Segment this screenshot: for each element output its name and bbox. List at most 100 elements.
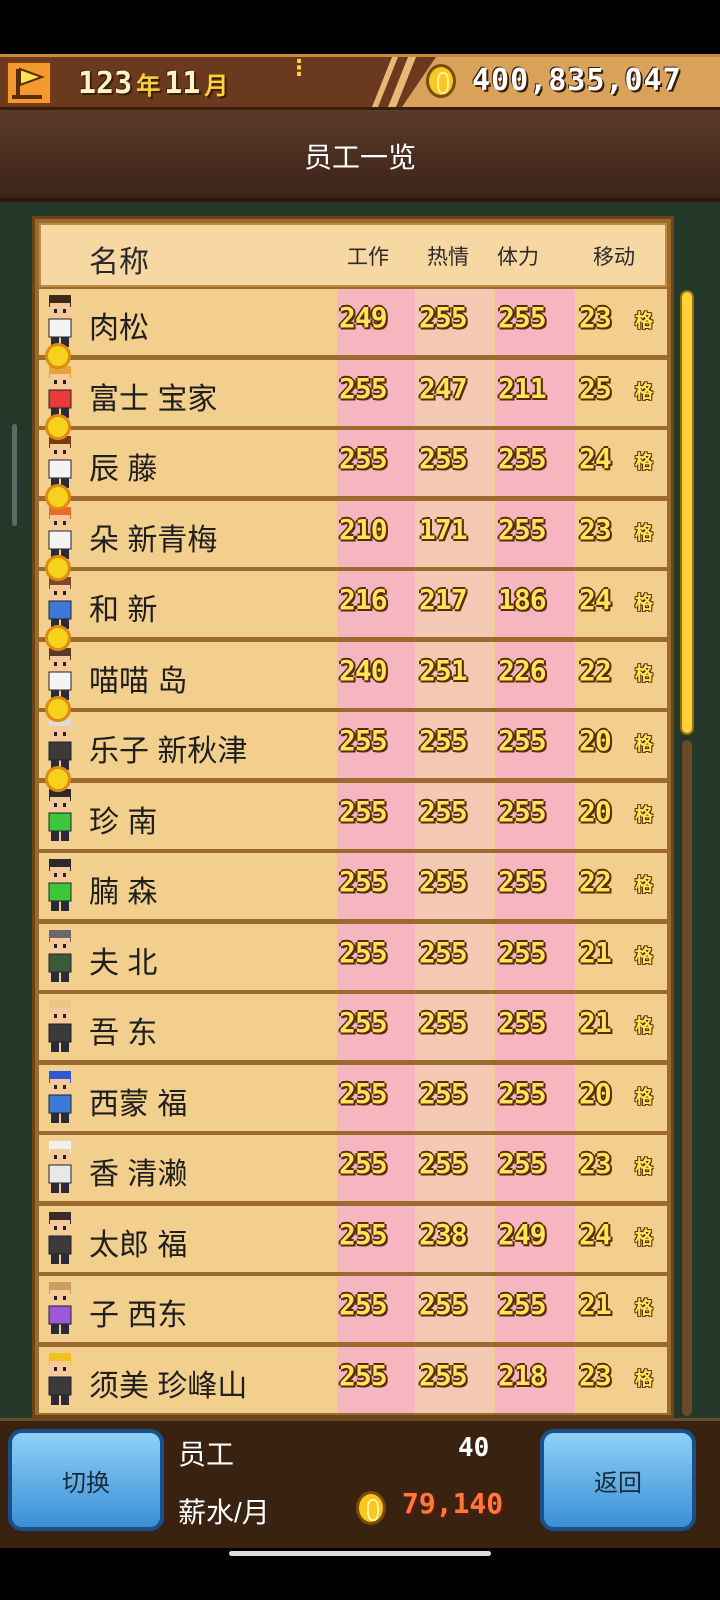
work-stat: 255 [339, 371, 388, 405]
staff-list[interactable]: 名称 工作 热情 体力 移动 肉松 249 255 255 23 格富士 宝家 255 247… [32, 216, 674, 1418]
stamina-stat: 255 [498, 724, 547, 757]
stamina-stat: 255 [498, 1076, 547, 1110]
year-unit: 年 [136, 71, 161, 100]
menu-icon[interactable] [6, 61, 52, 105]
sunflower-icon [45, 343, 71, 369]
table-row[interactable]: 西蒙 福 255 255 255 20 格 [39, 1064, 667, 1135]
move-stat: 24 [579, 442, 612, 475]
table-row[interactable]: 子 西东 255 255 255 21 格 [39, 1276, 667, 1346]
passion-stat: 255 [419, 301, 468, 334]
work-stat: 216 [339, 583, 388, 616]
grid-unit: 格 [635, 663, 653, 685]
flag-icon [12, 67, 45, 99]
col-work-header: 工作 [347, 246, 389, 269]
back-button[interactable]: 返回 [540, 1429, 696, 1531]
passion-stat: 255 [419, 865, 468, 898]
work-stat: 255 [339, 724, 388, 757]
move-stat: 20 [579, 724, 612, 757]
passion-stat: 217 [419, 583, 468, 616]
work-stat: 249 [339, 301, 388, 334]
work-stat: 240 [339, 653, 388, 687]
salary-value: 79,140 [402, 1487, 504, 1520]
move-stat: 20 [579, 1076, 612, 1110]
table-row[interactable]: 乐子 新秋津 255 255 255 20 格 [39, 712, 667, 792]
passion-stat: 255 [419, 935, 468, 969]
passion-stat: 255 [419, 1288, 468, 1321]
top-bar: 123 年 11 月 ⋮ 400,835,047 [0, 54, 720, 110]
table-row[interactable]: 须美 珍峰山 255 255 218 23 格 [39, 1346, 667, 1415]
sunflower-icon [45, 625, 71, 651]
move-stat: 25 [579, 371, 612, 405]
home-indicator[interactable] [229, 1551, 491, 1556]
move-stat: 23 [579, 301, 612, 334]
staff-name: 子 西东 [89, 1299, 188, 1332]
table-row[interactable]: 珍 南 255 255 255 20 格 [39, 782, 667, 853]
avatar-icon [48, 1211, 72, 1264]
passion-stat: 255 [419, 1358, 468, 1392]
staff-name: 吾 东 [89, 1017, 158, 1050]
passion-stat: 247 [419, 371, 468, 405]
grid-unit: 格 [635, 734, 653, 755]
table-row[interactable]: 夫 北 255 255 255 21 格 [39, 923, 667, 994]
table-row[interactable]: 富士 宝家 255 247 211 25 格 [39, 359, 667, 440]
grid-unit: 格 [635, 1086, 653, 1108]
move-stat: 24 [579, 1217, 612, 1251]
stamina-stat: 226 [498, 653, 547, 687]
passion-stat: 255 [419, 1006, 468, 1039]
passion-stat: 255 [419, 794, 468, 828]
scroll-track[interactable] [682, 740, 692, 1416]
status-bar [0, 0, 720, 54]
staff-name: 珍 南 [89, 805, 158, 839]
work-stat: 255 [339, 1006, 388, 1039]
table-row[interactable]: 吾 东 255 255 255 21 格 [39, 994, 667, 1064]
table-row[interactable]: 腩 森 255 255 255 22 格 [39, 853, 667, 923]
staff-name: 朵 新青梅 [89, 523, 218, 557]
sunflower-icon [45, 554, 71, 581]
table-row[interactable]: 太郎 福 255 238 249 24 格 [39, 1205, 667, 1276]
grid-unit: 格 [635, 381, 653, 403]
avatar-icon [48, 929, 72, 982]
staff-name: 腩 森 [89, 876, 158, 909]
table-row[interactable]: 香 清濑 255 255 255 23 格 [39, 1135, 667, 1205]
col-name-header: 名称 [89, 246, 149, 279]
avatar-icon [48, 1000, 72, 1052]
passion-stat: 255 [419, 1147, 468, 1180]
staff-label: 员工 [178, 1439, 235, 1470]
avatar-icon [48, 1282, 72, 1334]
staff-name: 夫 北 [89, 946, 158, 980]
move-stat: 21 [579, 1288, 612, 1321]
sunflower-icon [45, 484, 71, 510]
staff-name: 须美 珍峰山 [89, 1369, 248, 1403]
stamina-stat: 255 [498, 1288, 547, 1321]
stamina-stat: 249 [498, 1217, 547, 1251]
move-stat: 21 [579, 1006, 612, 1039]
work-stat: 255 [339, 1217, 388, 1251]
money-value: 400,835,047 [472, 63, 682, 98]
work-stat: 255 [339, 1358, 388, 1392]
table-row[interactable]: 辰 藤 255 255 255 24 格 [39, 430, 667, 510]
grid-unit: 格 [635, 875, 653, 896]
switch-button[interactable]: 切换 [8, 1429, 164, 1531]
table-row[interactable]: 朵 新青梅 210 171 255 23 格 [39, 500, 667, 581]
date-display: 123 年 11 月 [78, 63, 228, 103]
grid-unit: 格 [635, 1157, 653, 1178]
col-passion-header: 热情 [427, 246, 469, 269]
table-row[interactable]: 喵喵 岛 240 251 226 22 格 [39, 641, 667, 722]
move-stat: 24 [579, 583, 612, 616]
table-row[interactable]: 肉松 249 255 255 23 格 [39, 289, 667, 369]
move-stat: 20 [579, 794, 612, 828]
scrollbar-thumb[interactable] [680, 290, 694, 735]
avatar-icon [48, 859, 72, 911]
stamina-stat: 255 [498, 865, 547, 898]
stamina-stat: 255 [498, 1006, 547, 1039]
work-stat: 210 [339, 512, 388, 546]
table-row[interactable]: 和 新 216 217 186 24 格 [39, 571, 667, 651]
staff-name: 辰 藤 [89, 453, 158, 486]
grid-unit: 格 [635, 1227, 653, 1249]
stamina-stat: 255 [498, 512, 547, 546]
col-stamina-header: 体力 [497, 246, 539, 269]
more-dots-icon[interactable]: ⋮ [288, 58, 310, 80]
staff-name: 和 新 [89, 594, 158, 627]
passion-stat: 251 [419, 653, 468, 687]
grid-unit: 格 [635, 1016, 653, 1037]
